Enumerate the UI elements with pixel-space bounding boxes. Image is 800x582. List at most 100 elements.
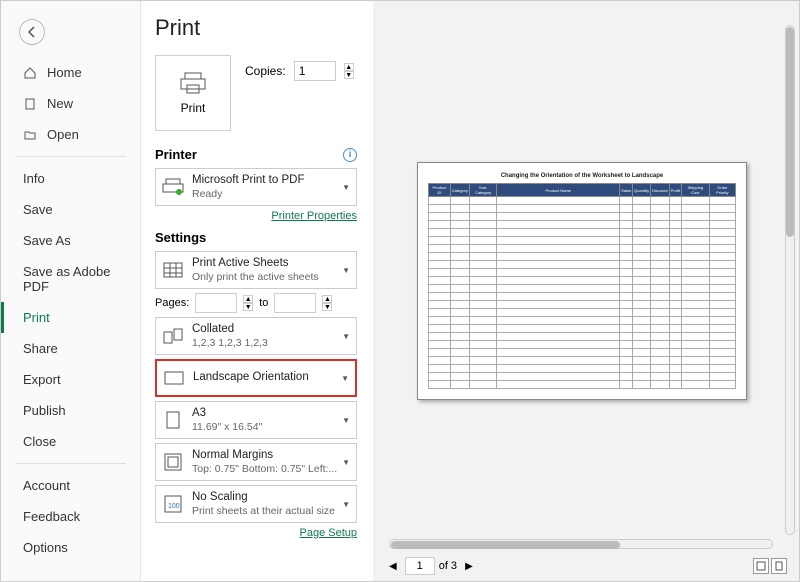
info-icon[interactable]: i [343, 148, 357, 162]
sheets-icon [162, 259, 184, 281]
sidebar-item-options[interactable]: Options [1, 532, 140, 563]
sidebar-item-open[interactable]: Open [1, 119, 140, 150]
back-button[interactable] [19, 19, 45, 45]
home-icon [23, 66, 37, 80]
printer-dropdown[interactable]: Microsoft Print to PDF Ready ▼ [155, 168, 357, 206]
pages-from-input[interactable] [195, 293, 237, 313]
nav-separator [15, 463, 126, 464]
sidebar-label: Print [23, 310, 50, 325]
chevron-down-icon: ▼ [342, 332, 350, 341]
margins-title: Normal Margins [192, 449, 342, 463]
print-what-dropdown[interactable]: Print Active Sheets Only print the activ… [155, 251, 357, 289]
horizontal-scrollbar[interactable] [389, 539, 773, 549]
nav-separator [15, 156, 126, 157]
print-what-sub: Only print the active sheets [192, 271, 342, 284]
scaling-dropdown[interactable]: 100 No Scaling Print sheets at their act… [155, 485, 357, 523]
pages-from-up[interactable]: ▲ [243, 295, 253, 303]
sidebar-item-close[interactable]: Close [1, 426, 140, 457]
print-settings-panel: Print Print Copies: ▲ ▼ Printer i [141, 1, 373, 581]
pages-to-up[interactable]: ▲ [322, 295, 332, 303]
page-total-label: of 3 [439, 560, 457, 572]
show-margins-button[interactable] [753, 558, 769, 574]
page-setup-link[interactable]: Page Setup [300, 527, 358, 539]
paper-icon [162, 409, 184, 431]
open-icon [23, 128, 37, 142]
page-navigation: ◀ of 3 ▶ [385, 557, 477, 575]
pages-label: Pages: [155, 297, 189, 309]
sidebar-item-share[interactable]: Share [1, 333, 140, 364]
printer-name: Microsoft Print to PDF [192, 174, 342, 188]
sidebar-item-save-adobe-pdf[interactable]: Save as Adobe PDF [1, 256, 140, 302]
printer-section-header: Printer [155, 147, 197, 162]
new-icon [23, 97, 37, 111]
pages-to-down[interactable]: ▼ [322, 303, 332, 311]
page-title: Print [155, 15, 357, 41]
preview-table: Product IDCategorySub-CategoryProduct Na… [428, 183, 736, 389]
sidebar-item-save[interactable]: Save [1, 194, 140, 225]
page-prev-button[interactable]: ◀ [385, 559, 401, 574]
paper-title: A3 [192, 407, 342, 421]
collated-icon [162, 325, 184, 347]
copies-input[interactable] [294, 61, 336, 81]
paper-sub: 11.69" x 16.54" [192, 421, 342, 434]
page-current-input[interactable] [405, 557, 435, 575]
sidebar-item-print[interactable]: Print [1, 302, 140, 333]
sidebar-label: Save [23, 202, 53, 217]
printer-icon [162, 176, 184, 198]
sidebar-label: Open [47, 127, 79, 142]
print-preview-panel: Changing the Orientation of the Workshee… [373, 1, 799, 581]
paper-size-dropdown[interactable]: A3 11.69" x 16.54" ▼ [155, 401, 357, 439]
pages-to-label: to [259, 297, 268, 309]
page-next-button[interactable]: ▶ [461, 559, 477, 574]
sidebar-label: Feedback [23, 509, 80, 524]
sidebar-label: Info [23, 171, 45, 186]
preview-page: Changing the Orientation of the Workshee… [417, 162, 747, 400]
sidebar-label: Close [23, 434, 56, 449]
print-button[interactable]: Print [155, 55, 231, 131]
sidebar-item-export[interactable]: Export [1, 364, 140, 395]
pages-from-down[interactable]: ▼ [243, 303, 253, 311]
copies-spinner: ▲ ▼ [344, 63, 354, 79]
sidebar-label: Publish [23, 403, 66, 418]
sidebar-item-saveas[interactable]: Save As [1, 225, 140, 256]
chevron-down-icon: ▼ [341, 374, 349, 383]
sidebar-item-info[interactable]: Info [1, 163, 140, 194]
chevron-down-icon: ▼ [342, 500, 350, 509]
chevron-down-icon: ▼ [342, 183, 350, 192]
sidebar-item-account[interactable]: Account [1, 470, 140, 501]
copies-down[interactable]: ▼ [344, 71, 354, 79]
orientation-dropdown[interactable]: Landscape Orientation ▼ [155, 359, 357, 397]
copies-up[interactable]: ▲ [344, 63, 354, 71]
printer-status: Ready [192, 188, 342, 201]
sidebar-item-publish[interactable]: Publish [1, 395, 140, 426]
chevron-down-icon: ▼ [342, 458, 350, 467]
margins-icon [162, 451, 184, 473]
collated-sub: 1,2,3 1,2,3 1,2,3 [192, 337, 342, 350]
sidebar-item-home[interactable]: Home [1, 57, 140, 88]
print-what-title: Print Active Sheets [192, 257, 342, 271]
chevron-down-icon: ▼ [342, 416, 350, 425]
zoom-to-page-button[interactable] [771, 558, 787, 574]
settings-section-header: Settings [155, 230, 206, 245]
sidebar-label: Options [23, 540, 68, 555]
sidebar-item-feedback[interactable]: Feedback [1, 501, 140, 532]
vertical-scrollbar[interactable] [785, 25, 795, 535]
sidebar-label: Save as Adobe PDF [23, 264, 140, 294]
print-button-label: Print [181, 101, 206, 115]
chevron-down-icon: ▼ [342, 266, 350, 275]
printer-properties-link[interactable]: Printer Properties [271, 210, 357, 222]
sidebar-label: Export [23, 372, 61, 387]
sidebar-label: Account [23, 478, 70, 493]
landscape-icon [163, 367, 185, 389]
pages-to-input[interactable] [274, 293, 316, 313]
scaling-icon: 100 [162, 493, 184, 515]
sidebar-item-new[interactable]: New [1, 88, 140, 119]
sidebar-label: Home [47, 65, 82, 80]
collated-dropdown[interactable]: Collated 1,2,3 1,2,3 1,2,3 ▼ [155, 317, 357, 355]
backstage-sidebar: Home New Open Info Save Save As Save as … [1, 1, 141, 581]
scaling-sub: Print sheets at their actual size [192, 505, 342, 518]
margins-dropdown[interactable]: Normal Margins Top: 0.75" Bottom: 0.75" … [155, 443, 357, 481]
scaling-title: No Scaling [192, 491, 342, 505]
margins-sub: Top: 0.75" Bottom: 0.75" Left:... [192, 463, 342, 476]
sidebar-label: Share [23, 341, 58, 356]
